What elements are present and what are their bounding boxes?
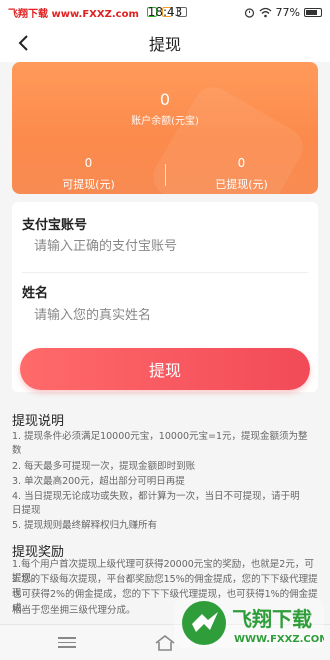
- balance-card: 0 账户余额(元宝) 0 可提现(元) 0 已提现(元): [12, 62, 318, 194]
- alipay-account-label: 支付宝账号: [22, 218, 88, 233]
- watermark-logo: 飞翔下载 WWW.FXXZ.COM: [174, 598, 324, 648]
- menu-icon[interactable]: [58, 637, 76, 648]
- page-title: 提现: [148, 35, 181, 54]
- chevron-left-icon: [18, 35, 28, 51]
- wifi-icon: [259, 7, 271, 17]
- balance-label: 账户余额(元宝): [131, 116, 199, 127]
- withdrawn-value: 0: [237, 156, 246, 170]
- alarm-icon: [244, 7, 254, 18]
- balance-value: 0: [159, 90, 171, 109]
- name-label: 姓名: [22, 286, 49, 301]
- home-icon[interactable]: [154, 634, 176, 652]
- battery-icon: [304, 7, 322, 17]
- withdrawn-stat: 0 已提现(元): [165, 156, 318, 192]
- withdrawn-label: 已提现(元): [215, 178, 268, 191]
- status-bar: 飞翔下载 www.FXXZ.com 18:43 77%: [0, 0, 330, 24]
- watermark-logo-url: WWW.FXXZ.COM: [234, 634, 324, 645]
- instruction-rule: 数: [12, 445, 22, 456]
- name-input[interactable]: [34, 308, 304, 323]
- withdrawable-value: 0: [84, 156, 93, 170]
- withdrawable-stat: 0 可提现(元): [12, 156, 165, 192]
- instruction-rule: 3. 单次最高200元，超出部分可明日再提: [12, 476, 185, 487]
- instruction-rule: 2. 每天最多可提现一次，提现金额即时到账: [12, 461, 196, 472]
- battery-percent: 77%: [275, 5, 300, 19]
- instructions-title: 提现说明: [12, 414, 65, 429]
- alipay-account-input[interactable]: [34, 239, 304, 254]
- instruction-rule: 4. 当日提现无论成功或失败，都计算为一次，当日不可提现，请于明: [12, 491, 300, 502]
- instruction-rule: 1. 提现条件必须满足10000元宝，10000元宝=1元，提现金额须为整: [12, 431, 308, 442]
- status-watermark: 飞翔下载 www.FXXZ.com: [8, 8, 139, 20]
- withdraw-button[interactable]: 提现: [20, 348, 310, 390]
- instruction-rule: 5. 提现规则最终解释权归九赚所有: [12, 520, 158, 531]
- nav-bar: 提现: [0, 24, 330, 62]
- status-time: 18:43: [147, 5, 183, 19]
- back-button[interactable]: [10, 30, 36, 56]
- withdrawable-label: 可提现(元): [62, 178, 115, 191]
- watermark-logo-text: 飞翔下载: [232, 607, 312, 631]
- field-divider: [22, 272, 308, 273]
- instruction-rule: 日提现: [12, 505, 41, 516]
